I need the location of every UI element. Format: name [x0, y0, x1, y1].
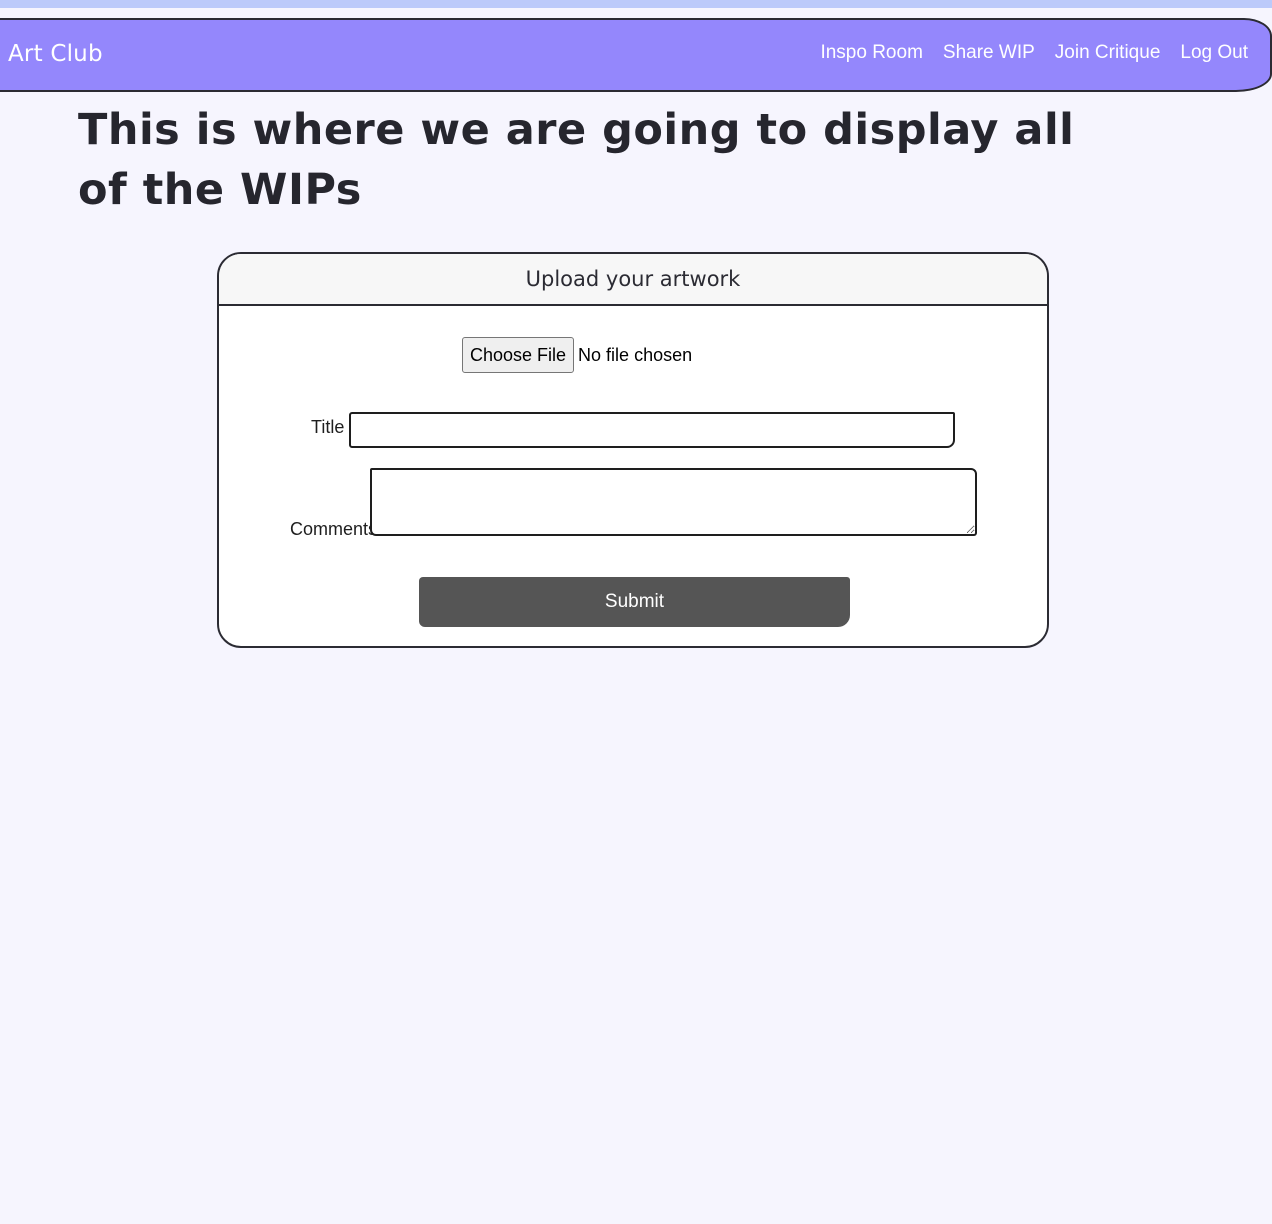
title-label: Title	[311, 417, 345, 437]
title-input[interactable]	[349, 412, 955, 448]
comments-label: Comments	[290, 519, 378, 539]
nav-link-inspo-room[interactable]: Inspo Room	[820, 38, 922, 68]
upload-card-header: Upload your artwork	[219, 254, 1047, 306]
nav-link-log-out[interactable]: Log Out	[1180, 38, 1248, 68]
file-status-text: No file chosen	[578, 344, 693, 365]
choose-file-button[interactable]: Choose File	[462, 337, 575, 373]
comments-textarea[interactable]	[370, 468, 977, 536]
file-picker: Choose File No file chosen	[462, 337, 692, 373]
nav-link-join-critique[interactable]: Join Critique	[1055, 38, 1161, 68]
upload-card: Upload your artwork Choose File No file …	[217, 252, 1049, 648]
top-strip	[0, 0, 1272, 8]
submit-button[interactable]: Submit	[419, 577, 850, 627]
page-title: This is where we are going to display al…	[78, 105, 1075, 215]
nav-link-share-wip[interactable]: Share WIP	[943, 38, 1035, 68]
brand-link[interactable]: Art Club	[8, 36, 103, 72]
nav-links: Inspo Room Share WIP Join Critique Log O…	[820, 38, 1248, 68]
